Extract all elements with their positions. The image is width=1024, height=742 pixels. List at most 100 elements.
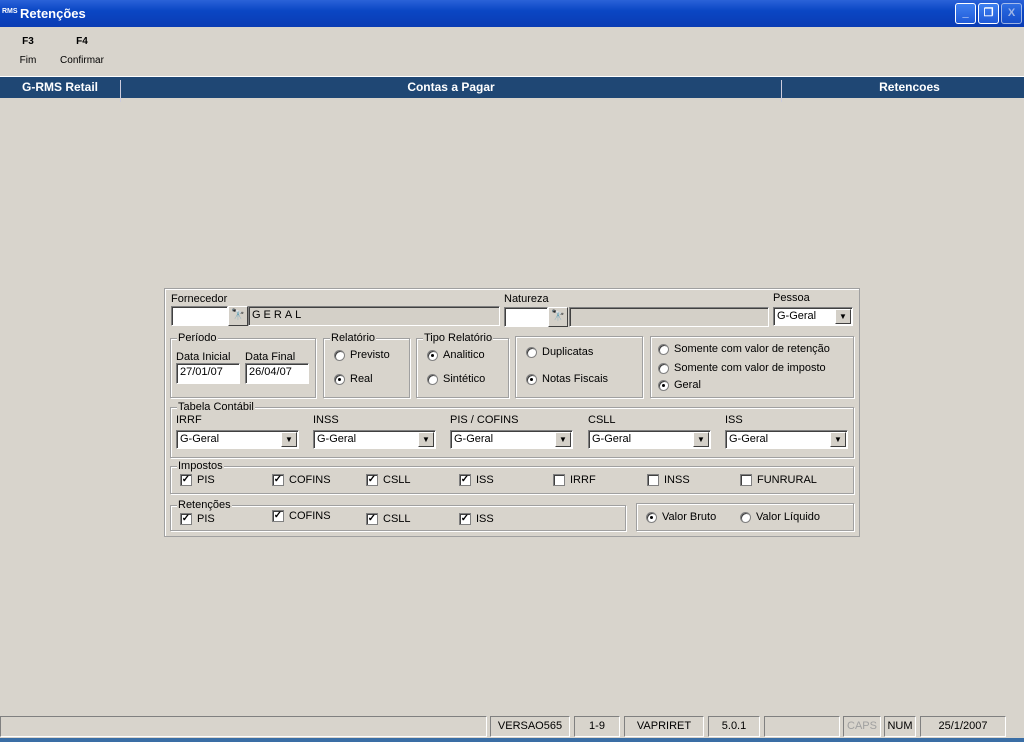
data-final-label: Data Final	[245, 351, 296, 363]
somente-retencao-radio[interactable]	[658, 344, 669, 355]
impostos-checkbox[interactable]	[553, 474, 565, 486]
select-value: G-Geral	[317, 433, 357, 445]
radio-label: Notas Fiscais	[542, 373, 609, 385]
checkbox-label: CSLL	[383, 474, 411, 486]
tabela-field-select[interactable]: G-Geral ▼	[725, 430, 848, 449]
somente-imposto-radio[interactable]	[658, 363, 669, 374]
module-name: Contas a Pagar	[407, 80, 495, 94]
system-name: G-RMS Retail	[21, 80, 98, 94]
tabela-field-select[interactable]: G-Geral ▼	[176, 430, 299, 449]
confirmar-button[interactable]: F4 Confirmar	[56, 36, 108, 66]
geral-radio[interactable]	[658, 380, 669, 391]
close-button[interactable]: X	[1001, 3, 1022, 24]
status-bar: VERSAO565 1-9 VAPRIRET 5.0.1 CAPS NUM 25/1/200…	[0, 714, 1024, 738]
fornecedor-search-button[interactable]: 🔭	[228, 306, 248, 326]
valor-bruto-radio[interactable]	[646, 512, 657, 523]
tabela-field-label: ISS	[725, 414, 743, 426]
fornecedor-label: Fornecedor	[171, 293, 228, 305]
previsto-radio[interactable]	[334, 350, 345, 361]
title-bar: RMS Retenções _ ❐ X	[0, 0, 1024, 27]
checkbox-label: INSS	[664, 474, 690, 486]
shortcut-key: F3	[22, 36, 34, 47]
minimize-button[interactable]: _	[955, 3, 976, 24]
tabela-field-select[interactable]: G-Geral ▼	[588, 430, 711, 449]
chevron-down-icon: ▼	[830, 432, 846, 447]
chevron-down-icon: ▼	[281, 432, 297, 447]
taskbar-edge	[0, 738, 1024, 742]
radio-label: Analitico	[443, 349, 485, 361]
impostos-checkbox[interactable]	[647, 474, 659, 486]
notas-fiscais-radio[interactable]	[526, 374, 537, 385]
status-cell	[0, 716, 487, 737]
retencoes-checkbox[interactable]: ✓	[180, 513, 192, 525]
button-label: Confirmar	[60, 55, 104, 66]
natureza-description	[569, 307, 769, 327]
radio-label: Geral	[674, 379, 701, 391]
fornecedor-description: GERAL	[248, 306, 500, 326]
status-cell: CAPS	[843, 716, 881, 737]
impostos-checkbox[interactable]: ✓	[180, 474, 192, 486]
radio-label: Sintético	[443, 373, 486, 385]
checkbox-label: COFINS	[289, 510, 331, 522]
retencoes-checkbox[interactable]: ✓	[459, 513, 471, 525]
tabela-field-label: PIS / COFINS	[450, 414, 519, 426]
status-cell: VERSAO565	[490, 716, 570, 737]
binoculars-icon: 🔭	[551, 310, 565, 322]
fim-button[interactable]: F3 Fim	[14, 36, 42, 66]
data-inicial-label: Data Inicial	[176, 351, 231, 363]
analitico-radio[interactable]	[427, 350, 438, 361]
relatorio-group: Relatório	[323, 332, 410, 398]
radio-label: Real	[350, 373, 373, 385]
restore-button[interactable]: ❐	[978, 3, 999, 24]
radio-label: Valor Bruto	[662, 511, 717, 523]
pessoa-label: Pessoa	[773, 292, 810, 304]
checkbox-label: FUNRURAL	[757, 474, 817, 486]
shortcut-key: F4	[76, 36, 88, 47]
real-radio[interactable]	[334, 374, 345, 385]
retencoes-checkbox[interactable]: ✓	[366, 513, 378, 525]
fornecedor-code-input[interactable]	[171, 306, 228, 326]
group-label: Impostos	[177, 460, 224, 472]
group-label: Retenções	[177, 499, 232, 511]
valor-liquido-radio[interactable]	[740, 512, 751, 523]
select-value: G-Geral	[592, 433, 632, 445]
group-label: Tipo Relatório	[423, 332, 494, 344]
status-cell: 25/1/2007	[920, 716, 1006, 737]
chevron-down-icon: ▼	[418, 432, 434, 447]
impostos-checkbox[interactable]: ✓	[272, 474, 284, 486]
retencoes-checkbox[interactable]: ✓	[272, 510, 284, 522]
pessoa-select[interactable]: G-Geral ▼	[773, 307, 853, 326]
checkbox-label: CSLL	[383, 513, 411, 525]
status-cell	[764, 716, 840, 737]
checkbox-label: PIS	[197, 474, 215, 486]
group-label: Tabela Contábil	[177, 401, 255, 413]
radio-label: Duplicatas	[542, 346, 594, 358]
select-value: G-Geral	[777, 310, 817, 322]
window-title: Retenções	[20, 6, 86, 21]
screen-name: Retencoes	[879, 80, 940, 94]
duplicatas-radio[interactable]	[526, 347, 537, 358]
checkbox-label: ISS	[476, 474, 494, 486]
tabela-field-label: IRRF	[176, 414, 202, 426]
impostos-checkbox[interactable]	[740, 474, 752, 486]
button-label: Fim	[19, 55, 37, 66]
checkbox-label: PIS	[197, 513, 215, 525]
chevron-down-icon: ▼	[555, 432, 571, 447]
tabela-field-select[interactable]: G-Geral ▼	[450, 430, 573, 449]
data-final-input[interactable]: 26/04/07	[245, 363, 309, 384]
natureza-code-input[interactable]	[504, 307, 548, 327]
impostos-checkbox[interactable]: ✓	[366, 474, 378, 486]
tipo-relatorio-group: Tipo Relatório	[416, 332, 509, 398]
tabela-field-select[interactable]: G-Geral ▼	[313, 430, 436, 449]
data-inicial-input[interactable]: 27/01/07	[176, 363, 240, 384]
impostos-checkbox[interactable]: ✓	[459, 474, 471, 486]
sintetico-radio[interactable]	[427, 374, 438, 385]
chevron-down-icon: ▼	[693, 432, 709, 447]
radio-label: Somente com valor de imposto	[674, 362, 826, 374]
status-cell: NUM	[884, 716, 916, 737]
natureza-search-button[interactable]: 🔭	[548, 307, 568, 327]
checkbox-label: ISS	[476, 513, 494, 525]
checkbox-label: IRRF	[570, 474, 596, 486]
status-cell: 5.0.1	[708, 716, 760, 737]
checkbox-label: COFINS	[289, 474, 331, 486]
